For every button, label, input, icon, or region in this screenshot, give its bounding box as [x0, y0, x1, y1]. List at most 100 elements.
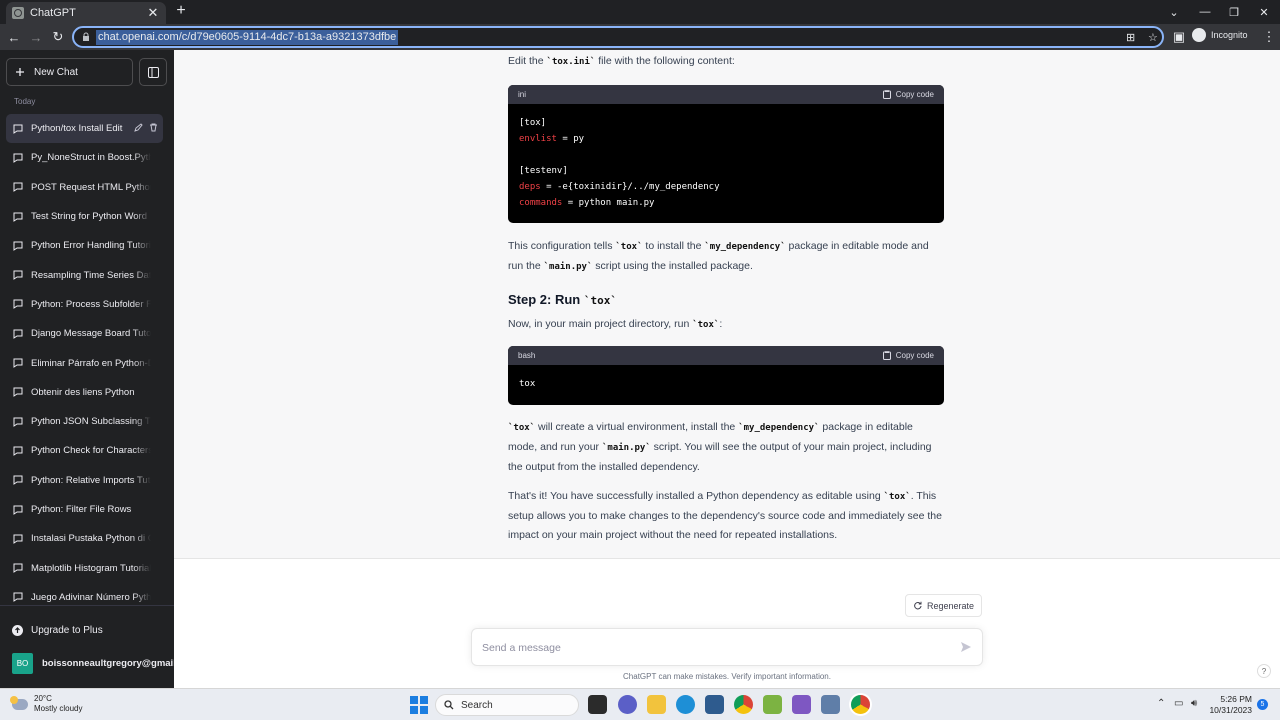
chat-item-active[interactable]: Python/tox Install Edit: [6, 114, 163, 144]
chat-item[interactable]: Juego Adivinar Número Python: [6, 583, 163, 612]
volume-icon[interactable]: 🔊︎: [1191, 698, 1197, 709]
intro-paragraph: Edit the `tox.ini` file with the followi…: [508, 55, 735, 67]
clipboard-icon: [882, 351, 891, 360]
chat-item-label: Django Message Board Tutorial: [31, 328, 151, 340]
edge-browser-icon[interactable]: [676, 695, 695, 714]
system-clock[interactable]: 5:26 PM 10/31/2023: [1208, 694, 1252, 716]
chat-item[interactable]: Py_NoneStruct in Boost.Python: [6, 143, 163, 172]
task-view-icon[interactable]: [588, 695, 607, 714]
tab-close-icon[interactable]: ✕: [146, 5, 160, 21]
notification-badge[interactable]: 5: [1257, 699, 1268, 710]
file-explorer-icon[interactable]: [647, 695, 666, 714]
chatgpt-favicon-icon: [12, 7, 24, 19]
chat-item-label: Python: Filter File Rows: [31, 504, 132, 515]
regenerate-button[interactable]: Regenerate: [905, 594, 982, 617]
chat-bubble-icon: [13, 563, 23, 574]
chat-item[interactable]: Obtenir des liens Python: [6, 378, 163, 407]
chat-item-label: Resampling Time Series Data: [31, 269, 151, 281]
clock-time: 5:26 PM: [1220, 694, 1252, 704]
instruction-paragraph: Now, in your main project directory, run…: [508, 318, 723, 330]
forward-button[interactable]: →: [27, 28, 45, 46]
app-icon[interactable]: [821, 695, 840, 714]
menu-kebab-icon[interactable]: ⋮: [1260, 28, 1278, 46]
weather-widget[interactable]: 20°C Mostly cloudy: [10, 694, 83, 714]
chat-item[interactable]: Python: Relative Imports Tutorial: [6, 466, 163, 495]
chat-item[interactable]: Python JSON Subclassing Tutorial: [6, 407, 163, 436]
chat-item[interactable]: Python Error Handling Tutorial: [6, 231, 163, 260]
app-icon[interactable]: [792, 695, 811, 714]
toggle-sidebar-button[interactable]: [139, 58, 167, 86]
chat-item[interactable]: Python Check for Characters: [6, 436, 163, 465]
refresh-icon: [913, 601, 922, 610]
copy-code-button[interactable]: Copy code: [882, 346, 934, 365]
app-icon[interactable]: [763, 695, 782, 714]
code-content: [tox] envlist = py [testenv] deps = -e{t…: [519, 118, 720, 208]
incognito-profile[interactable]: Incognito: [1192, 28, 1248, 42]
back-button[interactable]: ←: [5, 28, 23, 46]
taskbar-search[interactable]: Search: [435, 694, 579, 716]
chat-item[interactable]: Resampling Time Series Data: [6, 260, 163, 289]
chat-item-label: Juego Adivinar Número Python: [31, 591, 151, 603]
chrome-icon[interactable]: [734, 695, 753, 714]
section-heading-today: Today: [14, 97, 36, 106]
copy-code-button[interactable]: Copy code: [882, 85, 934, 104]
browser-tab[interactable]: ChatGPT ✕: [6, 2, 166, 24]
cast-icon[interactable]: ⊞: [1126, 31, 1135, 44]
new-chat-button[interactable]: New Chat: [6, 58, 133, 86]
explanation-paragraph: This configuration tells `tox` to instal…: [508, 240, 929, 272]
chat-bubble-icon: [13, 270, 23, 281]
weather-condition: Mostly cloudy: [34, 704, 83, 713]
delete-trash-icon[interactable]: [149, 123, 158, 132]
chat-item-label: Python: Relative Imports Tutorial: [31, 474, 151, 486]
close-window-button[interactable]: ✕: [1249, 0, 1279, 24]
chat-item-label: Python Error Handling Tutorial: [31, 240, 151, 252]
new-tab-button[interactable]: +: [172, 3, 190, 21]
step-2-heading: Step 2: Run `tox`: [508, 292, 617, 307]
url-text[interactable]: chat.openai.com/c/d79e0605-9114-4dc7-b13…: [96, 30, 399, 45]
chat-item[interactable]: Python: Process Subfolder Files: [6, 290, 163, 319]
chat-bubble-icon: [13, 124, 23, 134]
incognito-label: Incognito: [1211, 30, 1248, 40]
message-input[interactable]: [482, 639, 942, 657]
chat-item[interactable]: Django Message Board Tutorial: [6, 319, 163, 348]
network-icon[interactable]: ▭: [1174, 698, 1183, 709]
bookmark-star-icon[interactable]: ☆: [1148, 31, 1158, 44]
chat-item[interactable]: Python: Filter File Rows: [6, 495, 163, 524]
address-bar[interactable]: chat.openai.com/c/d79e0605-9114-4dc7-b13…: [72, 26, 1164, 48]
chrome-incognito-icon[interactable]: [851, 695, 870, 714]
chat-item[interactable]: Matplotlib Histogram Tutorial: [6, 553, 163, 582]
minimize-button[interactable]: —: [1190, 0, 1220, 24]
chat-bubble-icon: [13, 387, 23, 398]
send-icon[interactable]: [960, 641, 972, 653]
tab-search-chevron-icon[interactable]: ⌄: [1159, 0, 1189, 24]
edit-pencil-icon[interactable]: [134, 123, 143, 132]
chat-app-icon[interactable]: [618, 695, 637, 714]
weather-cloud-icon: [10, 695, 28, 710]
tray-chevron-icon[interactable]: ⌃: [1157, 698, 1165, 709]
temperature: 20°C: [34, 694, 52, 703]
maximize-button[interactable]: ❐: [1219, 0, 1249, 24]
clock-date: 10/31/2023: [1209, 705, 1252, 715]
store-icon[interactable]: [705, 695, 724, 714]
chat-item[interactable]: POST Request HTML Python: [6, 173, 163, 202]
search-icon: [444, 700, 454, 710]
chat-bubble-icon: [13, 329, 23, 339]
chat-item[interactable]: Instalasi Pustaka Python di Colab: [6, 524, 163, 553]
chat-item[interactable]: Test String for Python Word: [6, 202, 163, 231]
help-button[interactable]: ?: [1257, 664, 1271, 678]
chat-bubble-icon: [13, 592, 23, 603]
chat-item-label: Python JSON Subclassing Tutorial: [31, 416, 151, 428]
sidebar-toggle-icon: [147, 66, 159, 78]
reload-button[interactable]: ↻: [49, 28, 67, 46]
chat-bubble-icon: [13, 212, 23, 222]
taskbar: 20°C Mostly cloudy Search ⌃ ▭ 🔊︎ 5:26 PM…: [0, 688, 1280, 720]
chat-item-label: Python Check for Characters: [31, 445, 151, 457]
upgrade-to-plus-button[interactable]: Upgrade to Plus: [12, 625, 103, 636]
user-email: boissonneaultgregory@gmail: [42, 658, 176, 669]
windows-start-icon[interactable]: [410, 696, 428, 714]
chat-item[interactable]: Eliminar Párrafo en Python-Docx: [6, 348, 163, 377]
side-panel-icon[interactable]: ▣: [1170, 28, 1188, 46]
clipboard-icon: [882, 90, 891, 99]
user-menu[interactable]: BO boissonneaultgregory@gmail: [12, 653, 176, 674]
chat-bubble-icon: [13, 534, 23, 544]
